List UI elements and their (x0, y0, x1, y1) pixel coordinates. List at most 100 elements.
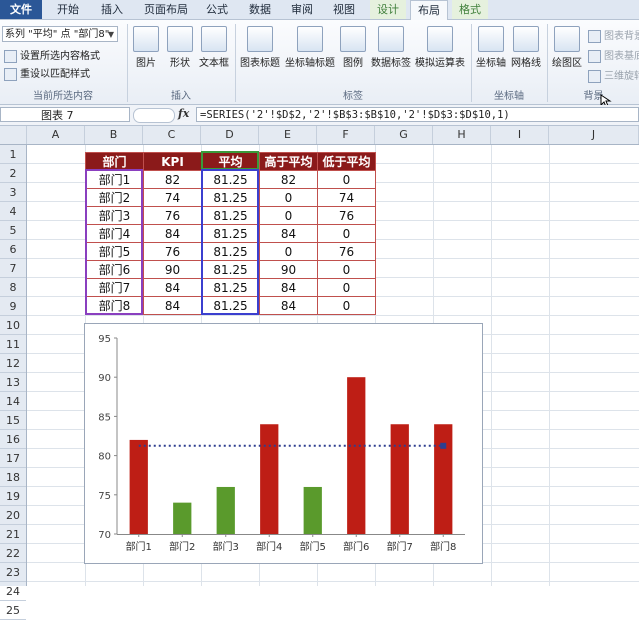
table-cell[interactable]: 81.25 (201, 188, 260, 207)
table-cell[interactable]: 81.25 (201, 260, 260, 279)
table-header-cell[interactable]: 高于平均 (259, 152, 318, 171)
tab-data[interactable]: 数据 (244, 0, 276, 19)
row-header[interactable]: 4 (0, 202, 26, 221)
select-all-corner[interactable] (0, 126, 27, 144)
tab-file[interactable]: 文件 (0, 0, 42, 19)
row-header[interactable]: 17 (0, 449, 26, 468)
axes-button[interactable]: 坐标轴 (474, 26, 508, 69)
row-header[interactable]: 11 (0, 335, 26, 354)
column-header[interactable]: E (259, 126, 317, 144)
row-header[interactable]: 21 (0, 525, 26, 544)
table-cell[interactable]: 84 (259, 296, 318, 315)
table-cell[interactable]: 81.25 (201, 170, 260, 189)
reset-style-button[interactable]: 重设以匹配样式 (4, 65, 90, 81)
table-cell[interactable]: 0 (317, 260, 376, 279)
tab-format[interactable]: 格式 (452, 0, 488, 19)
table-header-cell[interactable]: KPI (143, 152, 202, 171)
table-header-cell[interactable]: 部门 (85, 152, 144, 171)
insert-textbox-button[interactable]: 文本框 (197, 26, 231, 69)
tab-layout[interactable]: 布局 (410, 0, 448, 20)
table-cell[interactable]: 81.25 (201, 242, 260, 261)
chart-elements-combo[interactable]: 系列 "平均" 点 "部门8" ▼ (2, 26, 118, 42)
table-cell[interactable]: 84 (143, 224, 202, 243)
rotation-3d-button[interactable]: 三维旋转 (588, 67, 639, 83)
data-labels-button[interactable]: 数据标签 (370, 26, 412, 69)
column-header[interactable]: C (143, 126, 201, 144)
table-cell[interactable]: 部门4 (85, 224, 144, 243)
tab-review[interactable]: 审阅 (286, 0, 318, 19)
tab-insert[interactable]: 插入 (94, 0, 130, 19)
row-header[interactable]: 9 (0, 297, 26, 316)
table-cell[interactable]: 82 (259, 170, 318, 189)
tab-view[interactable]: 视图 (328, 0, 360, 19)
tab-design[interactable]: 设计 (370, 0, 406, 19)
formula-input[interactable]: =SERIES('2'!$D$2,'2'!$B$3:$B$10,'2'!$D$3… (196, 107, 639, 122)
formula-bar-divider-handle[interactable] (133, 108, 175, 123)
table-cell[interactable]: 0 (317, 224, 376, 243)
column-header[interactable]: G (375, 126, 433, 144)
row-header[interactable]: 13 (0, 373, 26, 392)
plot-area-button[interactable]: 绘图区 (550, 26, 584, 69)
table-cell[interactable]: 81.25 (201, 278, 260, 297)
table-cell[interactable]: 部门5 (85, 242, 144, 261)
row-header[interactable]: 8 (0, 278, 26, 297)
column-header[interactable]: A (27, 126, 85, 144)
column-header[interactable]: J (549, 126, 639, 144)
table-cell[interactable]: 81.25 (201, 206, 260, 225)
insert-picture-button[interactable]: 图片 (130, 26, 162, 69)
column-header[interactable]: F (317, 126, 375, 144)
table-cell[interactable]: 部门7 (85, 278, 144, 297)
chart-object[interactable]: 70 75 80 85 90 95 部门1 部门2 部门3 部门4 部门5 部门6 部门7 部门8 (84, 323, 483, 564)
table-cell[interactable]: 90 (259, 260, 318, 279)
table-cell[interactable]: 部门6 (85, 260, 144, 279)
insert-shapes-button[interactable]: 形状 (165, 26, 195, 69)
data-table-button[interactable]: 模拟运算表 (413, 26, 467, 69)
table-cell[interactable]: 部门1 (85, 170, 144, 189)
table-cell[interactable]: 84 (259, 224, 318, 243)
table-cell[interactable]: 部门2 (85, 188, 144, 207)
table-cell[interactable]: 76 (317, 206, 376, 225)
table-cell[interactable]: 0 (317, 278, 376, 297)
column-header[interactable]: B (85, 126, 143, 144)
table-cell[interactable]: 74 (143, 188, 202, 207)
row-header[interactable]: 18 (0, 468, 26, 487)
row-header[interactable]: 19 (0, 487, 26, 506)
table-cell[interactable]: 82 (143, 170, 202, 189)
table-cell[interactable]: 部门3 (85, 206, 144, 225)
table-cell[interactable]: 84 (143, 278, 202, 297)
table-header-cell[interactable]: 低于平均 (317, 152, 376, 171)
row-header[interactable]: 5 (0, 221, 26, 240)
table-cell[interactable]: 0 (259, 188, 318, 207)
tab-page-layout[interactable]: 页面布局 (140, 0, 192, 19)
table-cell[interactable]: 0 (317, 296, 376, 315)
row-header[interactable]: 22 (0, 544, 26, 563)
row-header[interactable]: 6 (0, 240, 26, 259)
row-header[interactable]: 25 (0, 601, 26, 620)
table-cell[interactable]: 84 (259, 278, 318, 297)
chart-title-button[interactable]: 图表标题 (240, 26, 280, 69)
table-cell[interactable]: 部门8 (85, 296, 144, 315)
column-header[interactable]: I (491, 126, 549, 144)
column-header[interactable]: D (201, 126, 259, 144)
name-box[interactable]: 图表 7 (0, 107, 130, 122)
table-cell[interactable]: 0 (259, 206, 318, 225)
table-cell[interactable]: 0 (259, 242, 318, 261)
row-header[interactable]: 7 (0, 259, 26, 278)
table-cell[interactable]: 76 (317, 242, 376, 261)
chart-floor-button[interactable]: 图表基底 (588, 47, 639, 63)
row-header[interactable]: 15 (0, 411, 26, 430)
row-header[interactable]: 24 (0, 582, 26, 601)
table-cell[interactable]: 84 (143, 296, 202, 315)
chart-wall-button[interactable]: 图表背景 (588, 27, 639, 43)
format-selection-button[interactable]: 设置所选内容格式 (4, 47, 100, 63)
legend-button[interactable]: 图例 (338, 26, 368, 69)
gridlines-button[interactable]: 网格线 (509, 26, 543, 69)
table-cell[interactable]: 74 (317, 188, 376, 207)
table-header-cell[interactable]: 平均 (201, 152, 260, 171)
table-cell[interactable]: 0 (317, 170, 376, 189)
row-header[interactable]: 10 (0, 316, 26, 335)
insert-function-button[interactable]: fx (178, 107, 189, 120)
row-header[interactable]: 23 (0, 563, 26, 582)
row-header[interactable]: 2 (0, 164, 26, 183)
axis-titles-button[interactable]: 坐标轴标题 (283, 26, 337, 69)
